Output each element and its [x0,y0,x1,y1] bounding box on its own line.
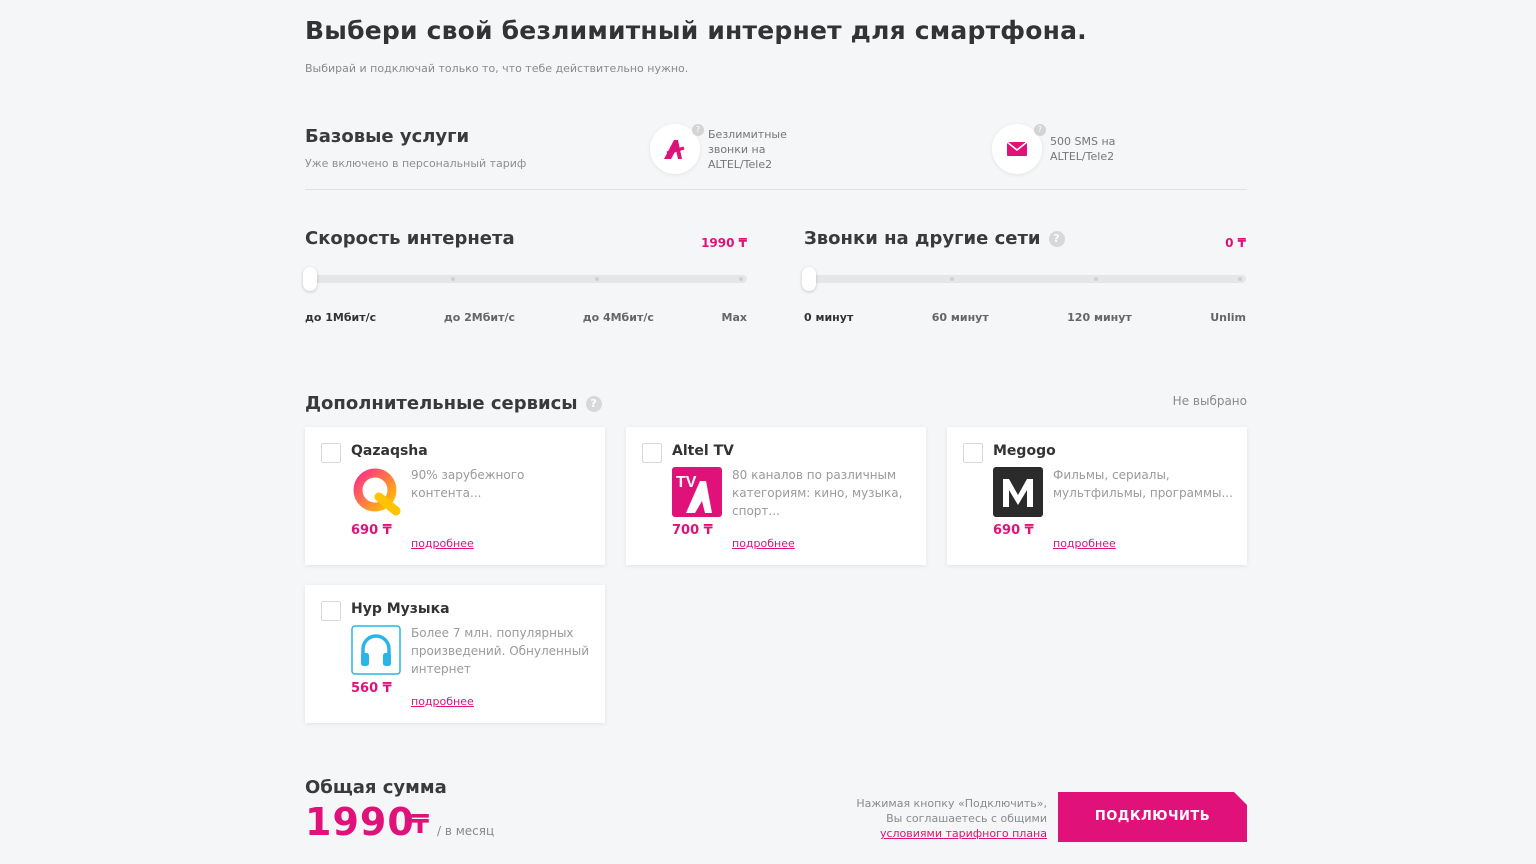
service-name: Altel TV [672,443,734,459]
more-link[interactable]: подробнее [1053,537,1116,550]
calls-title-text: Звонки на другие сети [804,228,1041,249]
total-amount: 1990 [305,800,415,844]
service-card-megogo[interactable]: Megogo Фильмы, сериалы, мультфильмы, про… [947,427,1247,565]
help-icon[interactable]: ? [1034,124,1046,136]
base-item-sms: ? 500 SMS на ALTEL/Tele2 [992,124,1160,174]
service-checkbox[interactable] [642,443,662,463]
service-price: 690 ₸ [993,523,1034,538]
speed-title: Скорость интернета [305,228,515,249]
slider-tick [739,277,743,281]
svg-text:TV: TV [676,474,697,491]
speed-stops: до 1Мбит/с до 2Мбит/с до 4Мбит/с Max [305,311,747,324]
speed-stop[interactable]: до 4Мбит/с [583,311,654,324]
slider-tick [950,277,954,281]
megogo-logo-icon [993,467,1043,517]
help-icon[interactable]: ? [585,395,602,412]
qazaqsha-logo-icon [351,467,401,517]
page-subtitle: Выбирай и подключай только то, что тебе … [305,62,689,75]
service-description: 90% зарубежного контента... [411,468,525,500]
extras-title: Дополнительные сервисы ? [305,393,602,414]
speed-stop[interactable]: до 1Мбит/с [305,311,376,324]
service-checkbox[interactable] [963,443,983,463]
page-title: Выбери свой безлимитный интернет для сма… [305,16,1087,45]
service-price: 700 ₸ [672,523,713,538]
service-description: Фильмы, сериалы, мультфильмы, программы.… [1053,468,1233,500]
more-link[interactable]: подробнее [732,537,795,550]
service-name: Megogo [993,443,1056,459]
speed-title-text: Скорость интернета [305,228,515,249]
base-item-calls: ? Безлимитные звонки на ALTEL/Tele2 [650,124,818,174]
calls-stop[interactable]: 0 минут [804,311,853,324]
calls-slider-track[interactable] [802,267,1246,291]
speed-stop[interactable]: Max [722,311,747,324]
calls-stop[interactable]: Unlim [1210,311,1246,324]
total-period: / в месяц [437,824,495,838]
base-item-text: 500 SMS на ALTEL/Tele2 [1050,135,1116,163]
more-link[interactable]: подробнее [411,695,474,708]
help-icon[interactable]: ? [1048,230,1065,247]
base-item-text: Безлимитные звонки на ALTEL/Tele2 [708,127,787,171]
terms-link[interactable]: условиями тарифного плана [880,827,1047,840]
calls-price: 0 ₸ [1225,236,1246,250]
envelope-icon: ? [992,124,1046,174]
terms-notice: Нажимая кнопку «Подключить», Вы соглашае… [837,796,1047,841]
service-card-altel-tv[interactable]: Altel TV TV 80 каналов по различным кате… [626,427,926,565]
terms-text: Нажимая кнопку «Подключить», Вы соглашае… [856,797,1047,825]
service-name: Qazaqsha [351,443,428,459]
page-content: Выбери свой безлимитный интернет для сма… [303,0,1247,864]
divider [305,189,1247,190]
speed-price: 1990 ₸ [701,236,747,250]
service-card-nur-music[interactable]: Нур Музыка Более 7 млн. популярных произ… [305,585,605,723]
extras-title-text: Дополнительные сервисы [305,393,578,414]
service-name: Нур Музыка [351,601,450,617]
slider-tick [1238,277,1242,281]
service-description: Более 7 млн. популярных произведений. Об… [411,626,590,676]
slider-tick [595,277,599,281]
base-services-subtitle: Уже включено в персональный тариф [305,157,527,170]
help-icon[interactable]: ? [692,124,704,136]
calls-slider-block: Звонки на другие сети ? 0 ₸ 0 минут 60 м… [802,228,1246,324]
calls-title: Звонки на другие сети ? [804,228,1065,249]
connect-button[interactable]: ПОДКЛЮЧИТЬ [1058,792,1247,842]
speed-slider-block: Скорость интернета 1990 ₸ до 1Мбит/с до … [303,228,747,324]
calls-stop[interactable]: 60 минут [932,311,989,324]
service-price: 560 ₸ [351,681,392,696]
speed-stop[interactable]: до 2Мбит/с [444,311,515,324]
slider-tick [1094,277,1098,281]
speed-slider-handle[interactable] [303,267,317,291]
calls-stop[interactable]: 120 минут [1067,311,1132,324]
base-services-title: Базовые услуги [305,126,470,147]
service-checkbox[interactable] [321,443,341,463]
headphones-icon [351,625,401,675]
altel-tv-logo-icon: TV [672,467,722,517]
service-price: 690 ₸ [351,523,392,538]
calls-slider-handle[interactable] [802,267,816,291]
more-link[interactable]: подробнее [411,537,474,550]
calls-stops: 0 минут 60 минут 120 минут Unlim [804,311,1246,324]
speed-slider-track[interactable] [303,267,747,291]
extras-status: Не выбрано [1172,394,1247,408]
service-card-qazaqsha[interactable]: Qazaqsha 90% зарубежного контента... 690… [305,427,605,565]
slider-tick [451,277,455,281]
altel-logo-icon: ? [650,124,704,174]
total-currency: ₸ [411,810,430,840]
service-checkbox[interactable] [321,601,341,621]
total-label: Общая сумма [305,777,447,798]
service-description: 80 каналов по различным категориям: кино… [732,468,903,518]
